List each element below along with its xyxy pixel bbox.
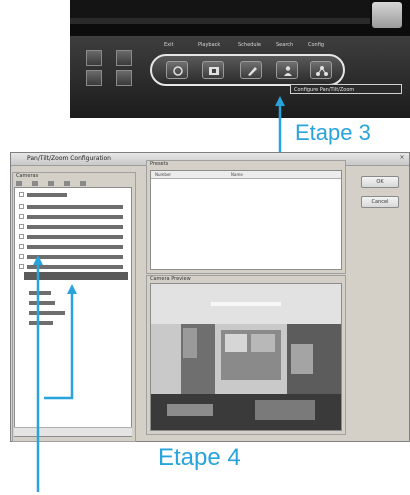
annotation-arrows <box>33 96 285 492</box>
step-3-label: Etape 3 <box>295 120 371 145</box>
step-4-label: Etape 4 <box>158 444 241 471</box>
